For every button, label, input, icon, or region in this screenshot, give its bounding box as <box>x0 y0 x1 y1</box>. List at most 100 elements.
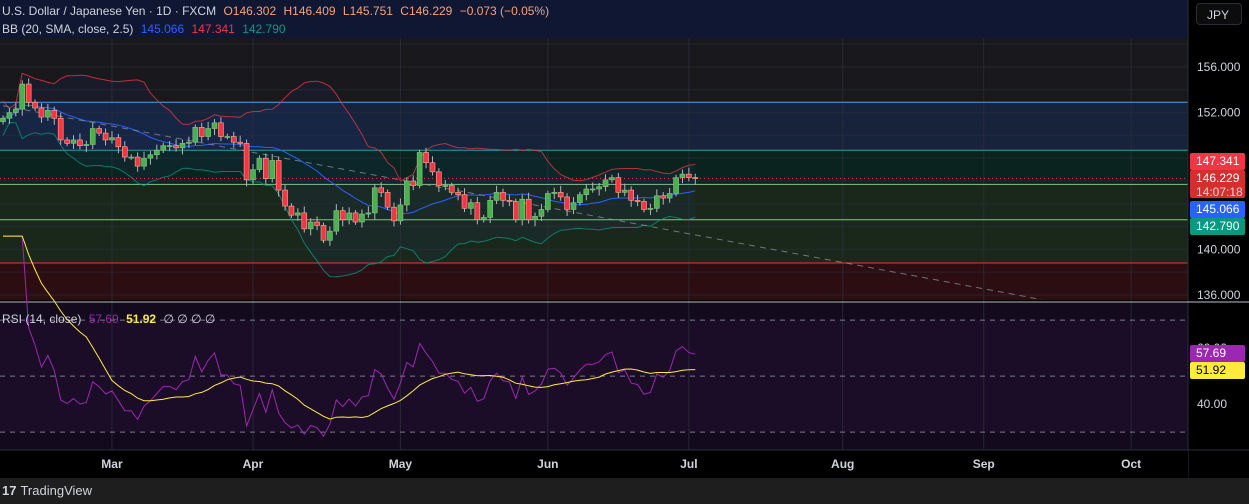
candle <box>596 186 602 190</box>
tradingview-logo[interactable]: 17 TradingView <box>2 483 92 498</box>
ohlc-low: L145.751 <box>342 4 393 18</box>
candle <box>339 210 346 221</box>
candle <box>487 200 493 218</box>
price-zone <box>0 38 1188 103</box>
rsi-label: RSI (14, close) <box>2 312 82 326</box>
ohlc-close: C146.229 <box>400 4 453 18</box>
candle <box>320 225 327 241</box>
candle <box>378 187 384 193</box>
candle <box>448 185 455 193</box>
candle <box>628 189 634 201</box>
bb-legend[interactable]: BB (20, SMA, close, 2.5) 145.066 147.341… <box>2 22 290 36</box>
candle <box>673 177 679 194</box>
candle <box>179 143 186 149</box>
candle <box>564 196 570 210</box>
candle <box>250 169 256 181</box>
candle <box>218 122 224 137</box>
candle <box>57 117 64 141</box>
candle <box>295 212 301 216</box>
bb-upper: 147.341 <box>191 22 235 36</box>
candle <box>391 206 397 222</box>
candle <box>609 177 615 181</box>
candle <box>429 162 436 173</box>
price-tick-label: 136.000 <box>1197 288 1241 302</box>
time-tick-label: May <box>389 457 413 471</box>
candle <box>359 213 365 223</box>
candle <box>365 212 372 215</box>
candle <box>147 154 154 159</box>
candle <box>480 217 487 221</box>
time-tick-label: Mar <box>101 457 123 471</box>
candle <box>679 173 686 178</box>
candle <box>570 202 577 210</box>
candle <box>551 192 558 194</box>
candle <box>64 139 70 144</box>
time-tick-label: Sep <box>973 457 995 471</box>
candle <box>583 188 590 195</box>
candle <box>237 141 243 144</box>
candle <box>51 109 58 119</box>
candle <box>538 209 545 217</box>
candle <box>512 201 519 221</box>
candle <box>243 143 250 181</box>
candle <box>115 137 122 148</box>
candle <box>77 139 83 146</box>
candle <box>647 208 654 210</box>
candle <box>269 160 276 179</box>
candle <box>500 192 506 201</box>
bb-basis-price-label: 145.066 <box>1190 201 1245 218</box>
candle <box>301 212 308 230</box>
time-tick-label: Jun <box>537 457 558 471</box>
rsi-price-label: 57.69 <box>1190 345 1245 362</box>
candle <box>557 192 564 198</box>
candle <box>602 179 609 187</box>
currency-button[interactable]: JPY <box>1196 3 1242 25</box>
candle <box>198 127 205 137</box>
symbol-legend: U.S. Dollar / Japanese Yen · 1D · FXCM O… <box>2 4 553 18</box>
bb-basis: 145.066 <box>140 22 185 36</box>
candle <box>154 149 160 156</box>
candle <box>455 192 461 195</box>
candle <box>660 195 667 199</box>
bar-countdown: 14:07:18 <box>1196 185 1243 199</box>
price-tick-label: 156.000 <box>1197 60 1241 74</box>
time-tick-label: Apr <box>243 457 264 471</box>
candle <box>102 132 109 141</box>
ohlc-high: H146.409 <box>283 4 336 18</box>
rsi-ma-value: 51.92 <box>126 312 157 326</box>
candle <box>134 156 141 167</box>
bb-label: BB (20, SMA, close, 2.5) <box>2 22 134 36</box>
rsi-extra: ∅ ∅ ∅ ∅ <box>163 312 216 326</box>
candle <box>13 108 19 113</box>
candle <box>666 193 673 199</box>
candle <box>89 128 96 145</box>
candle <box>442 185 449 187</box>
candle <box>96 128 102 134</box>
candle <box>70 139 77 144</box>
candle <box>461 194 468 209</box>
candle <box>634 200 641 202</box>
candle <box>141 157 147 167</box>
candle <box>416 152 423 186</box>
candle <box>468 202 474 209</box>
candle <box>346 212 352 221</box>
candle <box>532 216 538 221</box>
price-zone <box>0 263 1188 300</box>
change: −0.073 (−0.05%) <box>459 4 550 18</box>
chart-canvas[interactable]: 156.000152.000140.000136.00060.0040.00Ma… <box>0 0 1249 478</box>
candle <box>121 146 128 158</box>
price-tick-label: 140.000 <box>1197 242 1241 256</box>
candle <box>25 83 32 103</box>
candle <box>166 145 173 147</box>
candle <box>371 187 378 214</box>
candle <box>192 127 199 143</box>
candle <box>404 180 410 206</box>
rsi-ma-price-label: 51.92 <box>1190 362 1245 379</box>
rsi-legend[interactable]: RSI (14, close) 57.69 51.92 ∅ ∅ ∅ ∅ <box>2 312 219 326</box>
candle <box>109 137 115 141</box>
candle <box>641 201 647 210</box>
candle <box>205 128 211 137</box>
candle <box>186 141 192 144</box>
candle <box>160 145 167 151</box>
candle <box>654 195 660 209</box>
